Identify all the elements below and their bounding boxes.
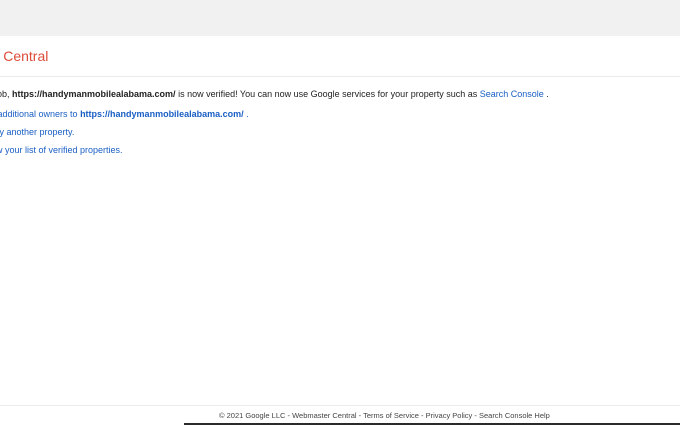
add-owners-prefix: ld additional owners to xyxy=(0,109,78,119)
message-prefix: t job, xyxy=(0,89,10,99)
app-title: ter Central xyxy=(0,48,49,64)
footer-link-search-console-help[interactable]: Search Console Help xyxy=(479,411,550,420)
header-divider xyxy=(0,76,680,77)
search-console-link[interactable]: Search Console xyxy=(480,89,544,99)
add-owners-link[interactable]: ld additional owners to https://handyman… xyxy=(0,109,249,119)
page: ter Central t job, https://handymanmobil… xyxy=(0,0,680,425)
footer: © 2021 Google LLC - Webmaster Central - … xyxy=(219,411,550,420)
message-middle: is now verified! You can now use Google … xyxy=(175,89,480,99)
footer-link-privacy[interactable]: Privacy Policy xyxy=(426,411,473,420)
footer-copyright: © 2021 Google LLC xyxy=(219,411,286,420)
verify-another-link[interactable]: rify another property. xyxy=(0,127,74,137)
top-bar xyxy=(0,0,680,36)
footer-divider xyxy=(0,405,680,406)
message-suffix: . xyxy=(543,89,549,99)
footer-separator: - xyxy=(418,411,426,420)
add-owners-suffix: . xyxy=(243,109,249,119)
footer-separator: - xyxy=(472,411,479,420)
footer-link-terms[interactable]: Terms of Service xyxy=(363,411,419,420)
footer-link-webmaster-central[interactable]: Webmaster Central xyxy=(292,411,356,420)
view-verified-link[interactable]: ew your list of verified properties. xyxy=(0,145,123,155)
verified-url: https://handymanmobilealabama.com/ xyxy=(12,89,176,99)
add-owners-url: https://handymanmobilealabama.com/ xyxy=(80,109,244,119)
verification-message: t job, https://handymanmobilealabama.com… xyxy=(0,89,549,99)
